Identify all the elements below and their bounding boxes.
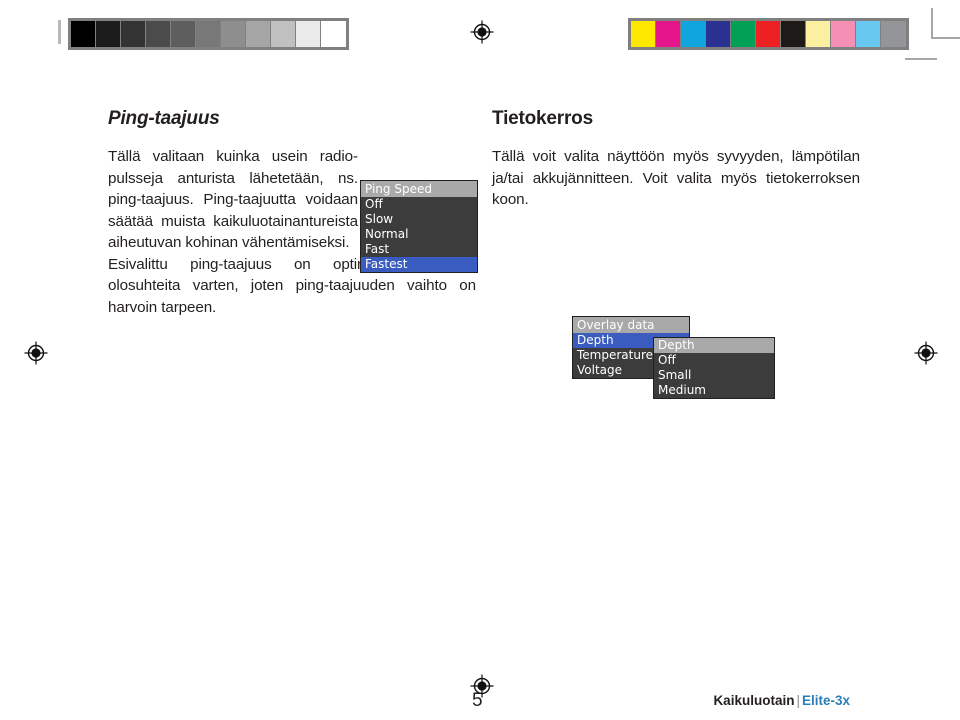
section-tietokerros: Tietokerros Tällä voit valita näyttöön m… <box>492 108 860 399</box>
color-swatch-2 <box>681 21 706 47</box>
ping-speed-option-normal[interactable]: Normal <box>361 227 477 242</box>
gray-swatch-0 <box>71 21 96 47</box>
footer-separator: | <box>796 693 800 708</box>
overlay-size-submenu[interactable]: Depth Off Small Medium <box>653 336 775 399</box>
gray-swatch-4 <box>171 21 196 47</box>
gray-swatch-1 <box>96 21 121 47</box>
footer-model-name: Elite-3x <box>801 693 850 708</box>
manual-page: Ping-taajuus Tällä valitaan kuinka usein… <box>0 70 960 711</box>
gray-swatch-8 <box>271 21 296 47</box>
footer-product-name: Kaikuluotain <box>713 693 795 708</box>
color-swatch-9 <box>856 21 881 47</box>
crop-mark-top-right-inner <box>905 58 937 60</box>
color-swatch-1 <box>656 21 681 47</box>
ping-speed-option-fastest[interactable]: Fastest <box>361 257 477 272</box>
overlay-menu-group: Overlay data Depth Temperature Voltage Dep… <box>492 211 860 399</box>
ping-speed-option-fast[interactable]: Fast <box>361 242 477 257</box>
paragraph-ping-taajuus-1: Tällä valitaan kuinka usein radio-pulsse… <box>108 148 358 251</box>
overlay-size-submenu-title: Depth <box>654 337 774 353</box>
color-swatch-8 <box>831 21 856 47</box>
overlay-size-option-medium[interactable]: Medium <box>654 383 774 398</box>
overlay-size-option-off[interactable]: Off <box>654 353 774 368</box>
gray-swatch-2 <box>121 21 146 47</box>
grayscale-calibration-bar <box>68 18 349 50</box>
paragraph-tietokerros-1: Tällä voit valita näyttöön myös syvyyden… <box>492 148 860 208</box>
page-title-ping-taajuus: Ping-taajuus <box>108 108 220 129</box>
gray-swatch-6 <box>221 21 246 47</box>
overlay-size-option-small[interactable]: Small <box>654 368 774 383</box>
footer-brand: Kaikuluotain | Elite-3x <box>713 693 850 708</box>
color-swatch-7 <box>806 21 831 47</box>
color-swatch-6 <box>781 21 806 47</box>
overlay-size-submenu-items: Off Small Medium <box>654 353 774 398</box>
crop-mark-top-right-vertical <box>931 8 933 38</box>
color-swatch-0 <box>631 21 656 47</box>
color-swatch-4 <box>731 21 756 47</box>
color-swatch-3 <box>706 21 731 47</box>
color-swatch-10 <box>881 21 906 47</box>
ping-speed-option-off[interactable]: Off <box>361 197 477 212</box>
gray-swatch-3 <box>146 21 171 47</box>
gray-swatch-10 <box>321 21 346 47</box>
section-ping-taajuus: Ping-taajuus Tällä valitaan kuinka usein… <box>108 108 478 318</box>
ping-speed-menu-title: Ping Speed <box>361 181 477 197</box>
gray-swatch-5 <box>196 21 221 47</box>
ping-speed-option-slow[interactable]: Slow <box>361 212 477 227</box>
page-number: 5 <box>472 690 483 711</box>
overlay-data-menu-title: Overlay data <box>573 316 689 333</box>
page-title-tietokerros: Tietokerros <box>492 108 593 129</box>
color-calibration-bar <box>628 18 909 50</box>
gray-swatch-7 <box>246 21 271 47</box>
ping-speed-menu[interactable]: Ping Speed Off Slow Normal Fast Fastest <box>360 180 478 273</box>
gray-swatch-9 <box>296 21 321 47</box>
color-swatch-5 <box>756 21 781 47</box>
print-calibration-strip <box>0 0 960 70</box>
calibration-tick-left <box>58 20 61 44</box>
registration-mark-top <box>469 19 495 45</box>
crop-mark-top-right-horizontal <box>931 37 960 39</box>
page-footer: 5 Kaikuluotain | Elite-3x <box>0 680 960 720</box>
ping-speed-menu-items: Off Slow Normal Fast Fastest <box>361 197 477 272</box>
